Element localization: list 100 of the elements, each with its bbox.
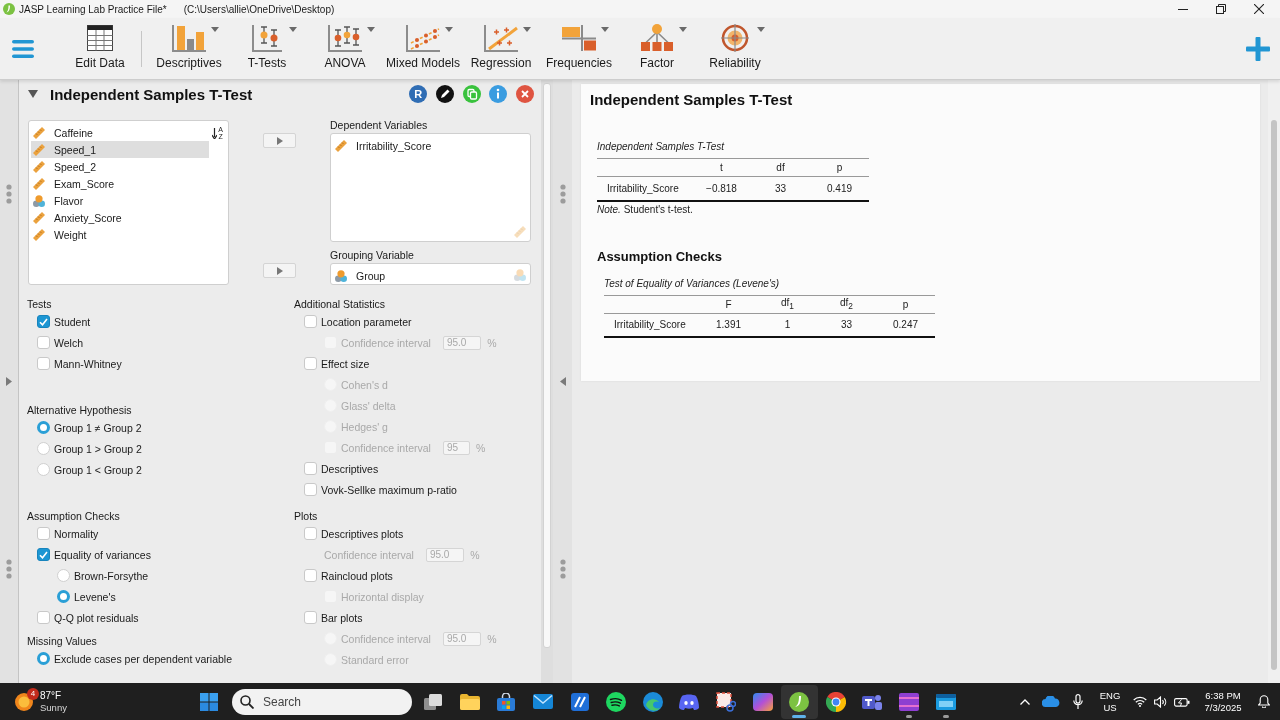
envelope-icon bbox=[533, 694, 554, 709]
vertical-dots-icon bbox=[6, 184, 12, 204]
add-button[interactable] bbox=[1246, 36, 1270, 61]
scrollbar[interactable] bbox=[1268, 80, 1280, 683]
expand-button[interactable] bbox=[6, 377, 12, 386]
results-title: Independent Samples T-Test bbox=[590, 91, 793, 109]
table-icon bbox=[87, 25, 113, 51]
checkbox[interactable] bbox=[37, 548, 50, 561]
vertical-dots-icon bbox=[559, 184, 566, 204]
ribbon-button[interactable]: Edit Data bbox=[61, 18, 139, 79]
triangle-left-icon bbox=[559, 377, 566, 386]
radio-button[interactable] bbox=[57, 569, 70, 582]
target-label: Grouping Variable bbox=[330, 249, 414, 261]
triangle-down-icon[interactable] bbox=[28, 90, 38, 98]
scrollbar[interactable] bbox=[541, 80, 553, 683]
checkbox[interactable] bbox=[304, 462, 317, 475]
section-title: Missing Values bbox=[27, 635, 97, 647]
checkbox[interactable] bbox=[37, 315, 50, 328]
collapse-results-button[interactable] bbox=[559, 377, 566, 386]
vertical-dots-icon bbox=[6, 559, 12, 579]
column-header: df$_{1}$ bbox=[758, 295, 817, 313]
option-label: Effect size bbox=[321, 357, 370, 370]
variable-item[interactable]: Speed_2 bbox=[31, 158, 210, 175]
checkbox[interactable] bbox=[37, 357, 50, 370]
search-input[interactable]: Search bbox=[263, 693, 383, 710]
table-note: Note. Student's t-test. bbox=[597, 203, 693, 216]
error-bar-chart-icon bbox=[252, 24, 282, 52]
table-cell: −0.818 bbox=[692, 176, 751, 201]
restore-icon bbox=[1216, 4, 1226, 14]
variable-item[interactable]: Irritability_Score bbox=[333, 137, 528, 154]
wifi-icon bbox=[1132, 696, 1147, 707]
variable-item[interactable]: Exam_Score bbox=[31, 175, 210, 192]
search-bar[interactable]: Search bbox=[232, 688, 412, 715]
variable-item[interactable]: Anxiety_Score bbox=[31, 209, 210, 226]
close-analysis-button[interactable] bbox=[516, 85, 534, 103]
move-right-button[interactable] bbox=[263, 263, 296, 278]
menu-icon bbox=[12, 39, 34, 58]
ribbon-button[interactable]: Factor bbox=[618, 18, 696, 79]
faded-circles-icon bbox=[514, 269, 526, 281]
ribbon-button[interactable]: Regression bbox=[462, 18, 540, 79]
minimize-icon bbox=[1178, 8, 1188, 10]
ribbon-button[interactable]: Mixed Models bbox=[384, 18, 462, 79]
radio-button[interactable] bbox=[37, 442, 50, 455]
scatter-lines-icon bbox=[406, 24, 440, 52]
checkbox[interactable] bbox=[304, 315, 317, 328]
scrollbar-thumb[interactable] bbox=[1271, 120, 1277, 670]
radio-button[interactable] bbox=[37, 652, 50, 665]
section-title: Plots bbox=[294, 510, 318, 522]
checkbox[interactable] bbox=[37, 611, 50, 624]
ribbon-button[interactable]: T-Tests bbox=[228, 18, 306, 79]
crosstab-icon bbox=[562, 25, 596, 51]
variable-item[interactable]: Flavor bbox=[31, 192, 210, 209]
plus-icon bbox=[1246, 36, 1270, 61]
drag-handle[interactable] bbox=[559, 184, 566, 204]
analysis-title: Independent Samples T-Test bbox=[50, 85, 253, 103]
variable-item[interactable]: Weight bbox=[31, 226, 210, 243]
ribbon-button[interactable]: Descriptives bbox=[150, 18, 228, 79]
copy-icon bbox=[462, 85, 481, 103]
ribbon-button[interactable]: ANOVA bbox=[306, 18, 384, 79]
checkbox[interactable] bbox=[304, 569, 317, 582]
search-icon bbox=[240, 694, 254, 709]
ribbon-button[interactable]: Reliability bbox=[696, 18, 774, 79]
scrollbar-thumb[interactable] bbox=[543, 83, 551, 648]
clock-button[interactable]: 6:38 PM 7/3/2025 bbox=[1193, 685, 1253, 718]
checkbox[interactable] bbox=[37, 527, 50, 540]
checkbox[interactable] bbox=[304, 483, 317, 496]
option-label: Standard error bbox=[341, 653, 409, 666]
taskbar-app-button[interactable] bbox=[780, 684, 818, 719]
duplicate-button[interactable] bbox=[462, 85, 481, 103]
battery-charging-icon bbox=[1173, 696, 1190, 707]
column-header: t bbox=[692, 158, 751, 177]
checkbox[interactable] bbox=[37, 336, 50, 349]
move-right-button[interactable] bbox=[263, 133, 296, 148]
option-label: Confidence interval bbox=[324, 548, 414, 561]
menu-button[interactable] bbox=[10, 39, 36, 58]
radio-button[interactable] bbox=[57, 590, 70, 603]
drag-handle[interactable] bbox=[6, 184, 12, 204]
variable-item[interactable]: Caffeine bbox=[31, 124, 210, 141]
variable-item[interactable]: Group bbox=[333, 267, 528, 284]
radio-button[interactable] bbox=[37, 421, 50, 434]
option-label: Confidence interval bbox=[341, 441, 431, 454]
checkbox[interactable] bbox=[304, 611, 317, 624]
variable-item[interactable]: Speed_1 bbox=[31, 141, 210, 158]
language-button[interactable]: ENG US bbox=[1091, 685, 1129, 718]
ruler-icon bbox=[33, 177, 45, 190]
r-code-button[interactable]: R bbox=[409, 85, 428, 103]
checkbox[interactable] bbox=[304, 527, 317, 540]
info-button[interactable] bbox=[489, 85, 508, 103]
ribbon-button[interactable]: Frequencies bbox=[540, 18, 618, 79]
four-squares-icon bbox=[200, 692, 218, 711]
option-label: Mann-Whitney bbox=[54, 357, 122, 370]
checkbox[interactable] bbox=[304, 357, 317, 370]
triangle-right-icon bbox=[276, 266, 283, 275]
drag-handle[interactable] bbox=[6, 559, 12, 579]
ruler-icon bbox=[33, 228, 45, 241]
edit-button[interactable] bbox=[435, 85, 454, 103]
vertical-dots-icon bbox=[559, 559, 566, 579]
option-label: Confidence interval bbox=[341, 336, 431, 349]
drag-handle[interactable] bbox=[559, 559, 566, 579]
radio-button[interactable] bbox=[37, 463, 50, 476]
